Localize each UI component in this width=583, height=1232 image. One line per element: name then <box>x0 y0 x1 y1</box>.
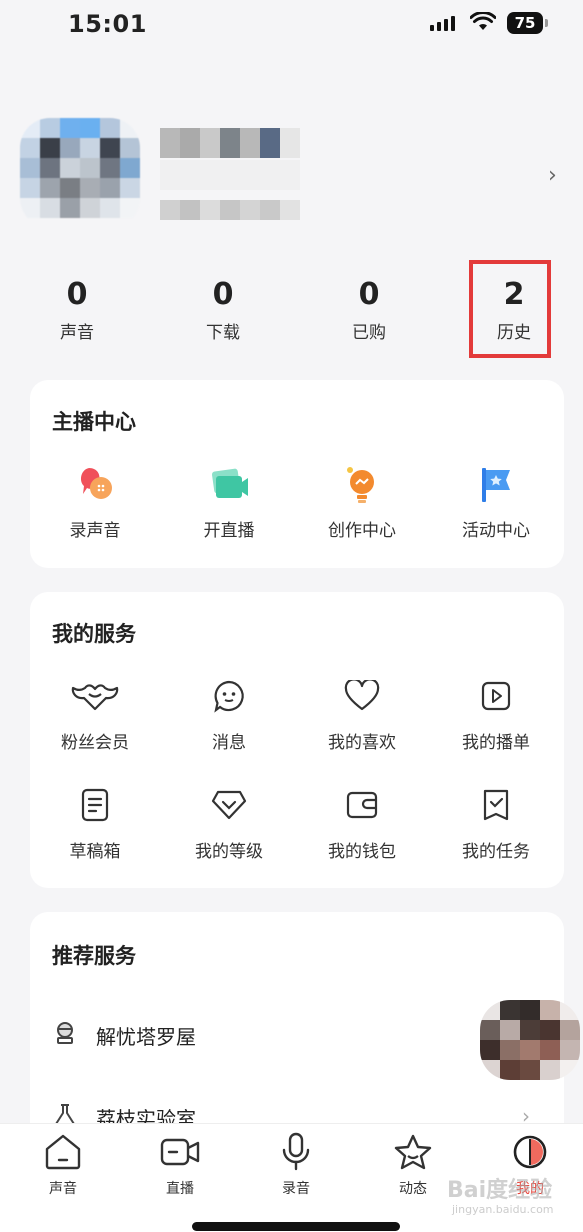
battery-tip <box>545 19 548 27</box>
item-label: 开直播 <box>203 521 255 541</box>
creation-bulb-icon <box>302 462 422 506</box>
item-label: 录声音 <box>69 521 121 541</box>
video-icon <box>135 1130 225 1174</box>
anchor-item-live[interactable]: 开直播 <box>169 462 289 541</box>
profile-icon <box>485 1130 575 1174</box>
username-blurred <box>160 128 300 158</box>
stat-value: 0 <box>66 277 88 312</box>
anchor-center-title: 主播中心 <box>52 410 136 434</box>
battery-icon: 75 <box>507 12 543 34</box>
stat-value: 0 <box>212 277 234 312</box>
stat-value: 0 <box>358 277 380 312</box>
stat-label: 已购 <box>352 323 386 343</box>
watermark-url: jingyan.baidu.com <box>452 1203 554 1216</box>
stat-downloads[interactable]: 0 下载 <box>168 277 278 344</box>
activity-flag-icon <box>436 462 556 506</box>
playlist-icon <box>436 674 556 718</box>
home-icon <box>18 1130 108 1174</box>
item-label: 我的等级 <box>195 842 263 862</box>
live-camera-icon <box>169 462 289 506</box>
item-label: 消息 <box>212 733 246 753</box>
fan-member-icon <box>35 674 155 718</box>
service-item-message[interactable]: 消息 <box>169 674 289 753</box>
record-voice-icon <box>35 462 155 506</box>
item-label: 我的任务 <box>462 842 530 862</box>
tab-label: 录音 <box>282 1181 310 1197</box>
recommend-item-tarot[interactable]: 解忧塔罗屋 <box>52 1020 196 1051</box>
service-item-wallet[interactable]: 我的钱包 <box>302 783 422 862</box>
service-item-drafts[interactable]: 草稿箱 <box>35 783 155 862</box>
status-time: 15:01 <box>68 10 147 38</box>
service-item-tasks[interactable]: 我的任务 <box>436 783 556 862</box>
service-item-playlist[interactable]: 我的播单 <box>436 674 556 753</box>
draft-icon <box>35 783 155 827</box>
tab-label: 动态 <box>399 1181 427 1197</box>
tab-label: 声音 <box>49 1181 77 1197</box>
service-item-level[interactable]: 我的等级 <box>169 783 289 862</box>
mic-icon <box>251 1130 341 1174</box>
tab-label: 直播 <box>166 1181 194 1197</box>
service-item-fan-member[interactable]: 粉丝会员 <box>35 674 155 753</box>
anchor-item-activity[interactable]: 活动中心 <box>436 462 556 541</box>
tarot-icon <box>52 1020 78 1051</box>
floating-avatar-bubble[interactable] <box>480 1000 580 1080</box>
anchor-item-record[interactable]: 录声音 <box>35 462 155 541</box>
recommend-item-label: 解忧塔罗屋 <box>96 1025 196 1049</box>
star-icon <box>368 1130 458 1174</box>
tab-record[interactable]: 录音 <box>251 1130 341 1198</box>
heart-icon <box>302 674 422 718</box>
item-label: 我的播单 <box>462 733 530 753</box>
cellular-signal-icon <box>430 16 455 31</box>
profile-subtext-blurred <box>160 200 300 220</box>
tab-feed[interactable]: 动态 <box>368 1130 458 1198</box>
profile-chevron-right-icon[interactable]: › <box>548 163 557 188</box>
stat-label: 声音 <box>60 323 94 343</box>
message-icon <box>169 674 289 718</box>
recommended-services-title: 推荐服务 <box>52 944 136 968</box>
tab-live[interactable]: 直播 <box>135 1130 225 1198</box>
service-item-likes[interactable]: 我的喜欢 <box>302 674 422 753</box>
my-services-title: 我的服务 <box>52 622 136 646</box>
stat-sounds[interactable]: 0 声音 <box>22 277 132 344</box>
item-label: 草稿箱 <box>69 842 121 862</box>
level-icon <box>169 783 289 827</box>
item-label: 创作中心 <box>328 521 396 541</box>
stat-purchased[interactable]: 0 已购 <box>314 277 424 344</box>
anchor-item-creation[interactable]: 创作中心 <box>302 462 422 541</box>
tab-sounds[interactable]: 声音 <box>18 1130 108 1198</box>
watermark-logo: Bai度经验 <box>447 1178 553 1203</box>
avatar[interactable] <box>20 118 140 228</box>
item-label: 活动中心 <box>462 521 530 541</box>
home-indicator[interactable] <box>192 1222 400 1231</box>
item-label: 我的钱包 <box>328 842 396 862</box>
profile-info-blurred <box>160 160 300 190</box>
battery-level: 75 <box>514 14 536 32</box>
wallet-icon <box>302 783 422 827</box>
item-label: 粉丝会员 <box>61 733 129 753</box>
wifi-icon <box>469 11 497 36</box>
item-label: 我的喜欢 <box>328 733 396 753</box>
history-highlight-box <box>469 260 551 358</box>
task-icon <box>436 783 556 827</box>
stat-label: 下载 <box>206 323 240 343</box>
